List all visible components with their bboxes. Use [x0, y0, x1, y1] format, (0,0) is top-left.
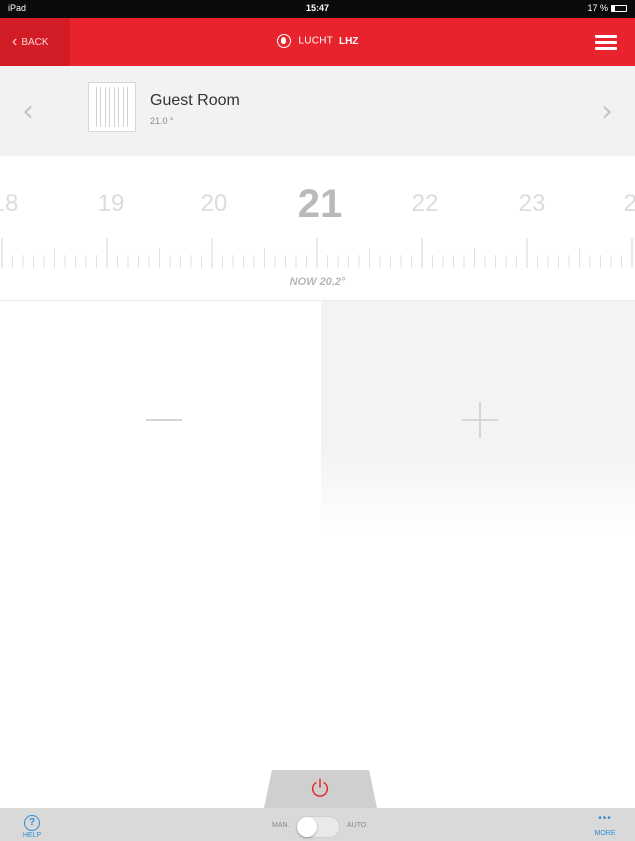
- battery-status: 17 %: [587, 3, 627, 13]
- mode-auto-label: AUTO: [347, 822, 367, 829]
- chevron-right-icon[interactable]: ›: [601, 94, 613, 129]
- scale-number-active: 21: [297, 182, 343, 226]
- clock: 15:47: [305, 3, 330, 13]
- nav-bar: ‹ BACK LUCHT LHZ: [0, 18, 635, 66]
- minus-icon: [146, 419, 182, 421]
- question-mark-icon: ?: [24, 815, 40, 831]
- brand-name-b: LHZ: [338, 35, 359, 47]
- help-label: HELP: [22, 832, 42, 839]
- room-header: ‹ Guest Room 21.0 ° ›: [0, 66, 635, 156]
- radiator-icon: [88, 82, 136, 132]
- scale-number: 24: [623, 190, 635, 217]
- scale-number: 22: [411, 190, 439, 217]
- battery-icon: [611, 4, 627, 12]
- scale-number: 19: [97, 190, 125, 217]
- room-name: Guest Room: [150, 92, 240, 109]
- current-temperature: NOW 20.2°: [289, 276, 346, 288]
- scale-number: 18: [0, 190, 19, 217]
- mode-manual-label: MAN.: [272, 822, 290, 829]
- chevron-left-icon[interactable]: ‹: [22, 94, 34, 129]
- hamburger-menu-icon[interactable]: [595, 35, 617, 51]
- increase-button[interactable]: [321, 301, 635, 531]
- toggle-knob: [297, 817, 317, 837]
- help-button[interactable]: ? HELP: [12, 812, 52, 839]
- brand-name-a: LUCHT: [298, 35, 334, 47]
- temperature-scale[interactable]: 18 19 20 21 22 23 24 NOW 20.2°: [0, 156, 635, 301]
- power-icon[interactable]: [309, 777, 331, 799]
- brand-logo: LUCHT LHZ: [0, 34, 635, 48]
- flame-logo-icon: [276, 34, 291, 48]
- bottom-bar: ? HELP MAN. AUTO ••• MORE: [0, 808, 635, 841]
- scale-ticks: [1, 238, 633, 268]
- mode-toggle[interactable]: [296, 816, 340, 838]
- scale-number: 23: [518, 190, 546, 217]
- battery-percent: 17 %: [587, 3, 608, 13]
- more-button[interactable]: ••• MORE: [585, 813, 625, 838]
- decrease-button[interactable]: [0, 301, 321, 531]
- more-label: MORE: [594, 830, 616, 837]
- app-screen: iPad 15:47 17 % ‹ BACK LUCHT LHZ ‹ Guest…: [0, 0, 635, 841]
- room-setpoint: 21.0 °: [150, 116, 174, 126]
- more-dots-icon: •••: [598, 813, 612, 824]
- scale-number: 20: [200, 190, 228, 217]
- status-bar: iPad 15:47 17 %: [0, 0, 635, 18]
